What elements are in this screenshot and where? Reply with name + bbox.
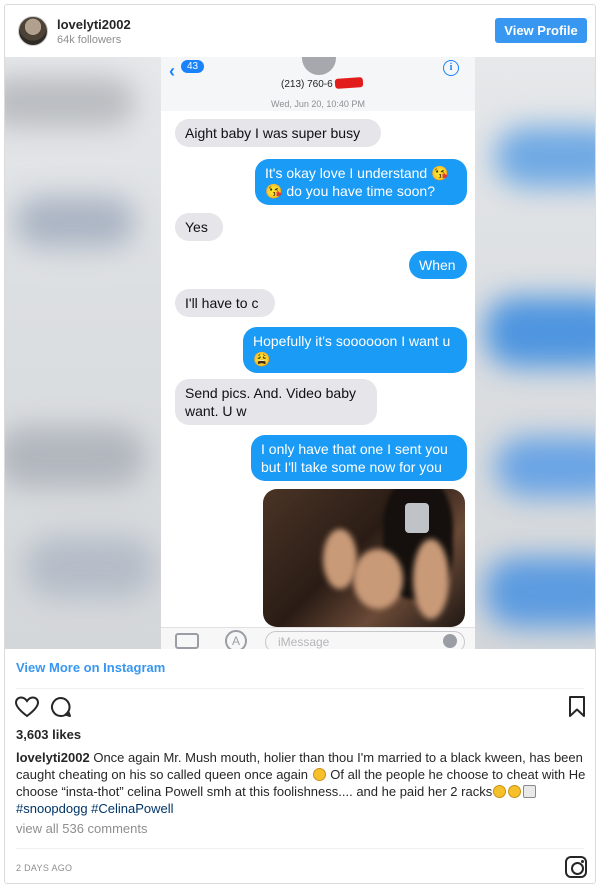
post-timestamp: 2 DAYS AGO — [16, 863, 73, 873]
divider — [16, 848, 584, 849]
message-bubble-sent: When — [409, 251, 467, 279]
blurred-background-shape — [5, 427, 145, 487]
heart-icon[interactable] — [14, 695, 40, 719]
emoji-icon — [312, 768, 326, 781]
message-bubble-sent: I only have that one I sent you but I'll… — [251, 435, 467, 481]
hashtags[interactable]: #snoopdogg #CelinaPowell — [16, 801, 174, 816]
message-bubble-received: I'll have to c — [175, 289, 275, 317]
avatar[interactable] — [18, 16, 48, 46]
microphone-icon — [443, 634, 457, 648]
emoji-icon — [523, 785, 537, 798]
message-bubble-received: Send pics. And. Video baby want. U w — [175, 379, 377, 425]
blurred-background-shape — [485, 557, 595, 627]
username[interactable]: lovelyti2002 — [57, 17, 131, 32]
bookmark-icon[interactable] — [567, 695, 587, 719]
imessage-screenshot: ‹ 43 (213) 760-6 i Wed, Jun 20, 10:40 PM… — [161, 57, 475, 649]
divider — [16, 688, 584, 689]
blurred-background-shape — [495, 437, 595, 497]
camera-icon — [175, 633, 199, 649]
blurred-background-shape — [5, 77, 135, 127]
blurred-background-shape — [495, 127, 595, 187]
info-icon: i — [443, 60, 459, 76]
contact-number: (213) 760-6 — [281, 79, 333, 90]
blurred-background-shape — [485, 297, 595, 367]
unread-count-badge: 43 — [181, 60, 205, 73]
follower-count: 64k followers — [57, 34, 122, 46]
post-header: lovelyti2002 64k followers View Profile — [5, 5, 595, 57]
message-bubble-sent: Hopefully it's soooooon I want u 😩 — [243, 327, 467, 373]
photo-shape — [413, 539, 449, 619]
view-all-comments-link[interactable]: view all 536 comments — [16, 821, 148, 836]
emoji-icon — [508, 785, 522, 798]
photo-shape — [353, 549, 403, 609]
imessage-input: iMessage — [265, 631, 465, 649]
comment-icon[interactable] — [49, 695, 73, 719]
emoji-icon — [493, 785, 507, 798]
imessage-input-bar: A iMessage — [161, 627, 475, 649]
instagram-logo-icon[interactable] — [565, 856, 587, 878]
caption-username[interactable]: lovelyti2002 — [16, 750, 90, 765]
message-timestamp: Wed, Jun 20, 10:40 PM — [271, 99, 365, 109]
post-image[interactable]: ‹ 43 (213) 760-6 i Wed, Jun 20, 10:40 PM… — [5, 57, 595, 649]
phone-in-photo — [405, 503, 429, 533]
blurred-background-shape — [25, 537, 155, 597]
view-profile-button[interactable]: View Profile — [495, 18, 587, 43]
blurred-background-shape — [15, 197, 135, 247]
message-bubble-sent: It's okay love I understand 😘 😘 do you h… — [255, 159, 467, 205]
back-chevron-icon: ‹ — [169, 61, 175, 81]
attached-photo — [263, 489, 465, 627]
photo-shape — [323, 529, 357, 589]
post-caption: lovelyti2002 Once again Mr. Mush mouth, … — [16, 749, 590, 817]
contact-avatar — [302, 57, 336, 75]
like-count[interactable]: 3,603 likes — [16, 727, 81, 742]
redaction-mark — [334, 77, 364, 89]
message-bubble-received: Aight baby I was super busy — [175, 119, 381, 147]
message-bubble-received: Yes — [175, 213, 223, 241]
instagram-embed-card: lovelyti2002 64k followers View Profile … — [4, 4, 596, 884]
view-more-link[interactable]: View More on Instagram — [16, 660, 165, 675]
app-store-icon: A — [225, 630, 247, 649]
